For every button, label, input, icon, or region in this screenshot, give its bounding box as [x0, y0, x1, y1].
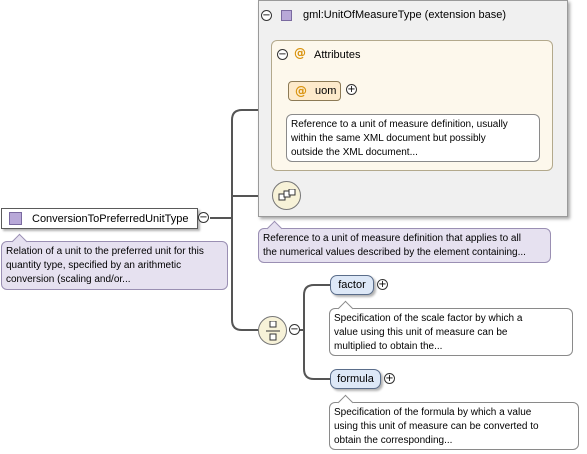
root-doc-line: conversion (scaling and/or...: [6, 274, 131, 285]
choice-compositor-icon[interactable]: [258, 316, 287, 345]
extension-doc-line: the numerical values described by the el…: [263, 247, 526, 258]
uom-doc-line: outside the XML document...: [291, 147, 418, 158]
extension-doc-line: Reference to a unit of measure definitio…: [263, 233, 521, 244]
collapse-icon[interactable]: −: [289, 324, 300, 335]
factor-doc-line: Specification of the scale factor by whi…: [334, 313, 523, 324]
type-icon: [9, 212, 22, 225]
attributes-label: Attributes: [314, 49, 361, 61]
uom-doc-line: Reference to a unit of measure definitio…: [291, 119, 508, 130]
expand-icon[interactable]: +: [384, 373, 395, 384]
factor-doc-line: multiplied to obtain the...: [334, 341, 443, 352]
formula-element[interactable]: formula: [330, 369, 381, 389]
uom-attribute[interactable]: @ uom: [288, 81, 341, 101]
factor-element-label: factor: [338, 279, 366, 291]
collapse-icon[interactable]: −: [277, 49, 288, 60]
attribute-icon: @: [295, 84, 307, 98]
expand-icon[interactable]: +: [377, 279, 388, 290]
factor-element[interactable]: factor: [330, 275, 374, 295]
type-icon: [281, 10, 292, 21]
root-element-node[interactable]: ConversionToPreferredUnitType: [1, 208, 198, 229]
extension-doc: Reference to a unit of measure definitio…: [258, 220, 551, 263]
attributes-group: − @ Attributes @ uom + Reference to a un…: [271, 40, 553, 171]
extension-base-title: gml:UnitOfMeasureType (extension base): [303, 9, 506, 21]
uom-attribute-label: uom: [315, 85, 337, 97]
expand-icon[interactable]: +: [346, 84, 357, 95]
factor-doc: Specification of the scale factor by whi…: [329, 300, 573, 356]
factor-doc-line: value using this unit of measure can be: [334, 327, 508, 338]
root-doc: Relation of a unit to the preferred unit…: [1, 233, 228, 290]
uom-doc: Reference to a unit of measure definitio…: [286, 114, 540, 162]
root-doc-line: Relation of a unit to the preferred unit…: [6, 246, 204, 257]
attribute-icon: @: [294, 46, 306, 60]
collapse-icon[interactable]: −: [261, 10, 272, 21]
uom-doc-line: within the same XML document but possibl…: [291, 133, 486, 144]
root-element-label: ConversionToPreferredUnitType: [32, 212, 189, 225]
extension-base-box: − gml:UnitOfMeasureType (extension base)…: [258, 0, 568, 217]
extension-sequence-icon[interactable]: [272, 181, 301, 210]
formula-element-label: formula: [337, 373, 374, 385]
formula-doc: Specification of the formula by which a …: [329, 394, 579, 450]
formula-doc-line: Specification of the formula by which a …: [334, 407, 532, 418]
root-doc-line: quantity type, specified by an arithmeti…: [6, 260, 182, 271]
formula-doc-line: using this unit of measure can be conver…: [334, 421, 539, 432]
collapse-icon[interactable]: −: [198, 212, 209, 223]
formula-doc-line: obtain the corresponding...: [334, 435, 453, 446]
